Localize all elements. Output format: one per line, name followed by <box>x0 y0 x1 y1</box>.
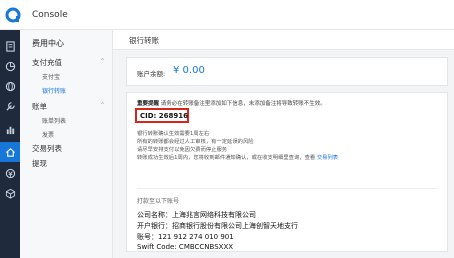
globe-icon[interactable] <box>3 79 17 93</box>
sidebar-item-bill-list[interactable]: 账单列表 <box>42 116 66 125</box>
balance-value: ¥ 0.00 <box>173 65 205 76</box>
sidebar-group-label: 账单 <box>32 102 47 111</box>
bar-chart-icon[interactable] <box>3 122 17 136</box>
transfer-info-card: 重要提醒 请务必在转账备注里添加如下信息，未添加备注将导致转账不生效。 CID:… <box>126 92 448 252</box>
bank-account: 账号：121 912 274 010 901 <box>137 233 234 241</box>
tip-line: 所有的转账都会经过人工审核，有一定延误的风险 <box>137 139 254 145</box>
box-icon[interactable] <box>3 186 17 200</box>
chart-icon[interactable] <box>3 59 17 73</box>
logo-icon[interactable] <box>5 7 21 23</box>
breadcrumb: 银行转账 <box>113 30 454 50</box>
bank-swift: Swift Code: CMBCCNBSXXX <box>137 243 234 251</box>
cid-value: CID: 268916 <box>140 112 189 120</box>
sidebar-item-transactions[interactable]: 交易列表 <box>32 143 62 154</box>
tip-line: 转账成功生效后1周内，您将收到邮件通知确认，或在收支明细里查询，查看 交易列表 <box>137 153 338 161</box>
tools-icon[interactable] <box>3 99 17 113</box>
notice-title: 重要提醒 <box>137 101 160 107</box>
main-content: 银行转账 账户余额: ¥ 0.00 重要提醒 请务必在转账备注里添加如下信息，未… <box>113 30 454 258</box>
transactions-link[interactable]: 交易列表 <box>317 155 338 161</box>
chevron-up-icon[interactable]: ^ <box>100 102 105 109</box>
top-bar: Console <box>0 0 454 30</box>
sidebar-group-label: 支付充值 <box>32 58 62 67</box>
sidebar: 费用中心 支付充值 ^ 支付宝 银行转账 账单 ^ 账单列表 发票 交易列表 提… <box>20 30 113 258</box>
home-icon[interactable] <box>0 142 20 162</box>
tip-line: 银行转账确认生效需要1周左右 <box>137 131 210 137</box>
bank-company: 公司名称：上海兆言网络科技有限公司 <box>137 211 256 219</box>
sidebar-item-withdraw[interactable]: 提现 <box>32 158 47 169</box>
divider <box>137 188 437 189</box>
sidebar-item-bank-transfer[interactable]: 银行转账 <box>42 86 66 95</box>
chevron-up-icon[interactable]: ^ <box>100 58 105 65</box>
sidebar-item-invoice[interactable]: 发票 <box>42 130 54 139</box>
bank-name: 开户银行：招商银行股份有限公司上海创智天地支行 <box>137 222 298 230</box>
icon-rail <box>0 30 20 258</box>
bank-intro: 打款至以下账号 <box>137 198 180 205</box>
balance-card: 账户余额: ¥ 0.00 <box>126 57 448 86</box>
balance-label: 账户余额: <box>137 70 166 78</box>
notice: 重要提醒 请务必在转账备注里添加如下信息，未添加备注将导致转账不生效。 <box>137 99 326 107</box>
sidebar-item-alipay[interactable]: 支付宝 <box>42 72 60 81</box>
tip-text: 转账成功生效后1周内，您将收到邮件通知确认，或在收支明细里查询，查看 <box>137 155 316 161</box>
doc-icon[interactable] <box>3 39 17 53</box>
sidebar-title: 费用中心 <box>32 39 64 48</box>
app-title: Console <box>32 9 68 20</box>
notice-text: 请务必在转账备注里添加如下信息，未添加备注将导致转账不生效。 <box>160 101 326 107</box>
money-icon[interactable] <box>3 166 17 180</box>
tip-line: 请尽早安排支付以免因欠费而停止服务 <box>137 147 228 153</box>
